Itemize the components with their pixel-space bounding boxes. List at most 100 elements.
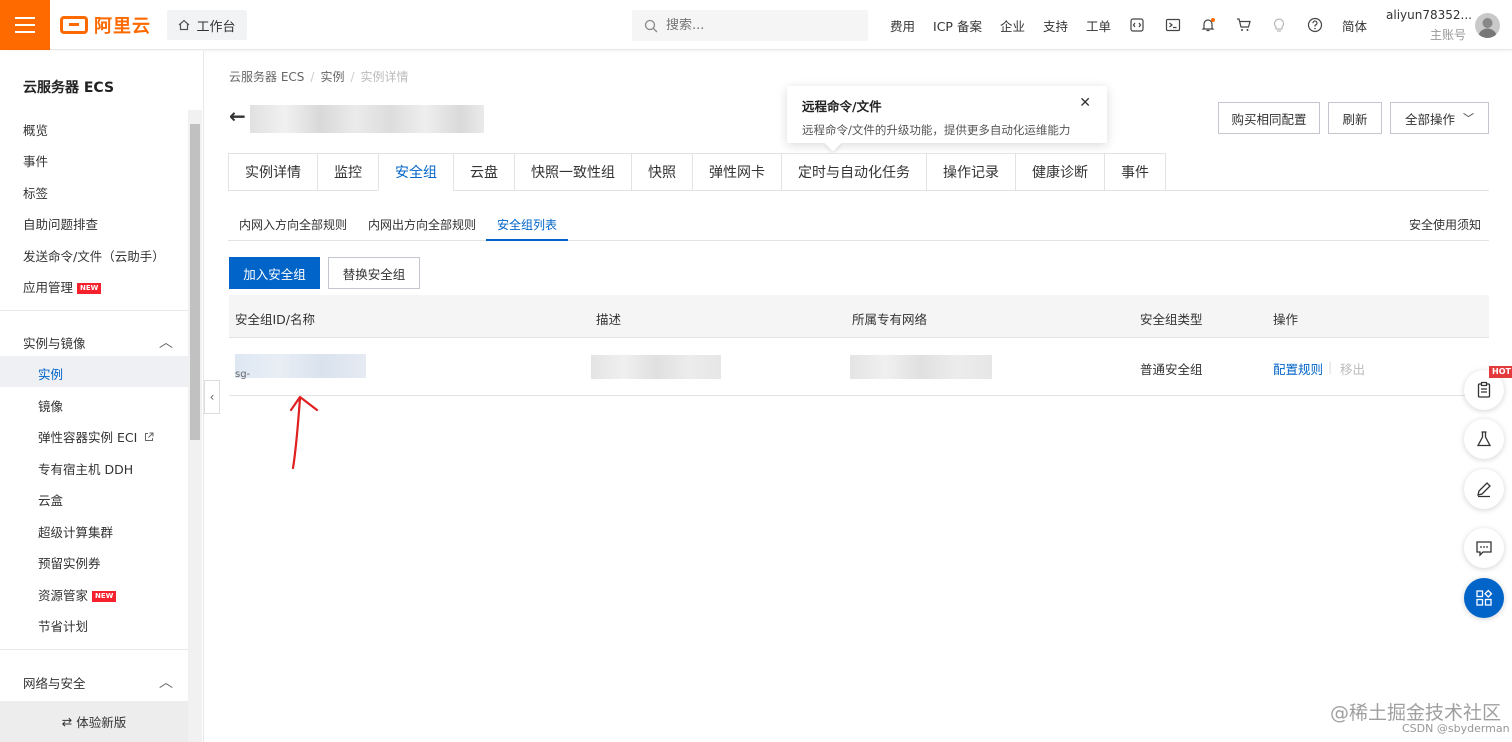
all-operations-label: 全部操作 bbox=[1404, 111, 1455, 127]
sidebar-scrollbar[interactable] bbox=[188, 110, 202, 742]
sidebar-collapse-button[interactable]: ‹ bbox=[204, 380, 220, 414]
tab-monitoring[interactable]: 监控 bbox=[317, 153, 378, 191]
sidebar-item-events[interactable]: 事件 bbox=[23, 151, 48, 170]
user-name: aliyun78352... bbox=[1386, 8, 1472, 22]
nav-fees[interactable]: 费用 bbox=[881, 16, 924, 35]
lightbulb-icon[interactable] bbox=[1269, 15, 1289, 35]
sidebar-group-network-security[interactable]: 网络与安全 ︿ bbox=[23, 673, 173, 692]
chat-float-button[interactable] bbox=[1464, 528, 1504, 568]
edit-float-button[interactable] bbox=[1464, 469, 1504, 509]
sidebar-item-instances[interactable]: 实例 bbox=[38, 364, 63, 383]
watermark-csdn: CSDN @sbyderman bbox=[1402, 722, 1510, 735]
tab-operation-logs[interactable]: 操作记录 bbox=[926, 153, 1015, 191]
sidebar-item-savings-plan[interactable]: 节省计划 bbox=[38, 616, 88, 635]
sidebar-item-troubleshoot[interactable]: 自助问题排查 bbox=[23, 214, 98, 233]
nav-support[interactable]: 支持 bbox=[1034, 16, 1077, 35]
tab-health-diagnosis[interactable]: 健康诊断 bbox=[1015, 153, 1104, 191]
tab-eni[interactable]: 弹性网卡 bbox=[692, 153, 781, 191]
tab-snapshot-consistency[interactable]: 快照一致性组 bbox=[514, 153, 631, 191]
sidebar-active-highlight bbox=[0, 356, 188, 387]
sidebar-item-cloudbox[interactable]: 云盒 bbox=[38, 490, 63, 509]
security-group-id-prefix: sg- bbox=[235, 369, 251, 380]
breadcrumb-instance-detail: 实例详情 bbox=[360, 70, 409, 84]
menu-icon[interactable] bbox=[0, 0, 50, 50]
breadcrumb-ecs[interactable]: 云服务器 ECS bbox=[229, 70, 304, 84]
top-nav: 费用 ICP 备案 企业 支持 工单 bbox=[881, 0, 1120, 50]
search-input[interactable] bbox=[666, 18, 846, 33]
tab-snapshots[interactable]: 快照 bbox=[631, 153, 692, 191]
active-subtab-indicator bbox=[486, 239, 568, 241]
terminal-icon[interactable] bbox=[1163, 15, 1183, 35]
sidebar-item-tags[interactable]: 标签 bbox=[23, 183, 48, 202]
sidebar-item-reserved[interactable]: 预留实例券 bbox=[38, 553, 101, 572]
scrollbar-thumb[interactable] bbox=[190, 124, 200, 440]
avatar[interactable] bbox=[1475, 13, 1500, 38]
refresh-button[interactable]: 刷新 bbox=[1328, 102, 1382, 134]
sidebar-item-overview[interactable]: 概览 bbox=[23, 120, 48, 139]
configure-rules-link[interactable]: 配置规则 bbox=[1273, 359, 1323, 378]
sidebar-divider bbox=[0, 649, 188, 650]
sidebar-group-label: 网络与安全 bbox=[23, 676, 86, 691]
sidebar-item-ddh[interactable]: 专有宿主机 DDH bbox=[38, 459, 133, 478]
sidebar-item-label: 应用管理 bbox=[23, 280, 74, 295]
sidebar-item-send-command[interactable]: 发送命令/文件（云助手） bbox=[23, 246, 165, 265]
bell-icon[interactable] bbox=[1198, 15, 1218, 35]
search-box[interactable] bbox=[632, 10, 868, 41]
clipboard-icon bbox=[1477, 381, 1491, 398]
user-info[interactable]: aliyun78352... 主账号 bbox=[1386, 8, 1472, 43]
sidebar-item-hpc[interactable]: 超级计算集群 bbox=[38, 522, 113, 541]
flask-icon bbox=[1476, 431, 1492, 447]
watermark: @稀土掘金技术社区 bbox=[1330, 702, 1502, 724]
help-icon[interactable] bbox=[1305, 15, 1325, 35]
lab-float-button[interactable] bbox=[1464, 419, 1504, 459]
security-group-id-link-redacted[interactable] bbox=[235, 354, 366, 378]
vpc-redacted[interactable] bbox=[850, 355, 992, 379]
sidebar-title: 云服务器 ECS bbox=[23, 80, 115, 96]
sidebar-group-instances-images[interactable]: 实例与镜像 ︿ bbox=[23, 333, 173, 352]
col-actions: 操作 bbox=[1273, 312, 1299, 327]
subtab-outbound-rules[interactable]: 内网出方向全部规则 bbox=[368, 216, 476, 233]
cart-icon[interactable] bbox=[1234, 15, 1254, 35]
sidebar-item-eci[interactable]: 弹性容器实例 ECI bbox=[38, 427, 154, 446]
tab-disks[interactable]: 云盘 bbox=[453, 153, 514, 191]
tab-instance-details[interactable]: 实例详情 bbox=[228, 153, 317, 191]
table-header: 安全组ID/名称 描述 所属专有网络 安全组类型 操作 bbox=[229, 295, 1489, 338]
aliyun-logo[interactable]: 阿里云 bbox=[60, 13, 151, 37]
lang-switch[interactable]: 简体 bbox=[1333, 0, 1376, 50]
replace-security-group-button[interactable]: 替换安全组 bbox=[328, 257, 420, 289]
home-icon bbox=[179, 19, 190, 31]
col-vpc: 所属专有网络 bbox=[852, 312, 928, 327]
workbench-label: 工作台 bbox=[196, 19, 236, 35]
tab-security-groups[interactable]: 安全组 bbox=[378, 153, 453, 191]
sidebar-item-resource-manager[interactable]: 资源管家 NEW bbox=[38, 585, 117, 604]
remote-command-popover: 远程命令/文件 远程命令/文件的升级功能，提供更多自动化运维能力 ✕ bbox=[787, 86, 1107, 152]
sidebar: 云服务器 ECS 概览 事件 标签 自助问题排查 发送命令/文件（云助手） 应用… bbox=[0, 51, 204, 742]
subtab-inbound-rules[interactable]: 内网入方向全部规则 bbox=[239, 216, 347, 233]
back-arrow-icon[interactable]: ← bbox=[229, 104, 246, 128]
join-security-group-button[interactable]: 加入安全组 bbox=[229, 257, 320, 289]
nav-ticket[interactable]: 工单 bbox=[1077, 16, 1120, 35]
nav-icp[interactable]: ICP 备案 bbox=[924, 16, 991, 35]
chevron-left-icon: ‹ bbox=[209, 390, 215, 404]
external-link-icon bbox=[145, 432, 154, 441]
try-new-version-button[interactable]: ⇄ 体验新版 bbox=[0, 701, 188, 742]
buy-same-config-button[interactable]: 购买相同配置 bbox=[1218, 102, 1320, 134]
all-operations-dropdown[interactable]: 全部操作 ﹀ bbox=[1390, 102, 1489, 134]
sidebar-item-app-management[interactable]: 应用管理 NEW bbox=[23, 277, 102, 296]
sidebar-item-label: 资源管家 bbox=[38, 588, 89, 603]
workbench-button[interactable]: 工作台 bbox=[167, 10, 247, 40]
apps-float-button[interactable] bbox=[1464, 578, 1504, 618]
subtab-security-group-list[interactable]: 安全组列表 bbox=[497, 216, 557, 233]
tab-scheduled-tasks[interactable]: 定时与自动化任务 bbox=[781, 153, 926, 191]
breadcrumb-instances[interactable]: 实例 bbox=[320, 70, 344, 84]
close-icon[interactable]: ✕ bbox=[1079, 95, 1091, 111]
remove-link[interactable]: 移出 bbox=[1340, 359, 1365, 378]
tab-events[interactable]: 事件 bbox=[1104, 153, 1166, 191]
sidebar-item-images[interactable]: 镜像 bbox=[38, 396, 63, 415]
swap-icon: ⇄ bbox=[61, 714, 73, 729]
table-row: sg- 普通安全组 配置规则 | 移出 bbox=[229, 338, 1489, 396]
nav-enterprise[interactable]: 企业 bbox=[991, 16, 1034, 35]
code-icon[interactable] bbox=[1127, 15, 1147, 35]
security-notice-link[interactable]: 安全使用须知 bbox=[1409, 216, 1481, 233]
logo-mark-icon bbox=[60, 16, 88, 34]
